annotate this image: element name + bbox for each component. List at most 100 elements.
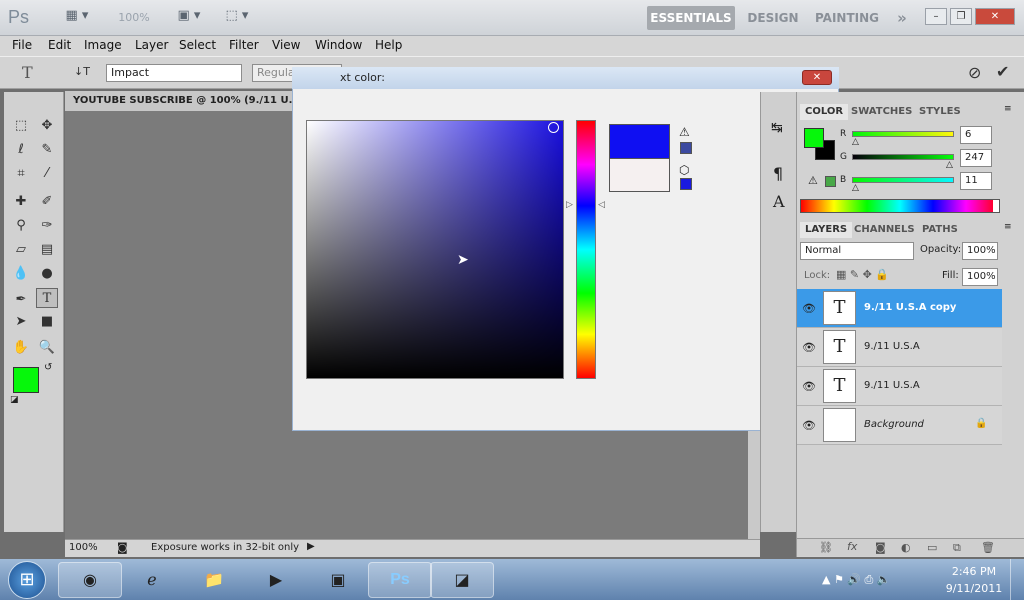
visibility-eye-icon[interactable]: 👁: [802, 302, 816, 315]
tab-layers[interactable]: LAYERS: [800, 222, 853, 238]
tab-styles[interactable]: STYLES: [914, 104, 966, 120]
screen-mode-button[interactable]: ⬚ ▾: [220, 8, 254, 28]
shape-tool-icon[interactable]: ■: [36, 312, 58, 332]
layer-row[interactable]: 👁 Background 🔒: [797, 406, 1002, 445]
quick-select-tool-icon[interactable]: ✎: [36, 140, 58, 160]
explorer-icon[interactable]: 📁: [182, 562, 246, 598]
foreground-color-swatch[interactable]: [13, 367, 39, 393]
lasso-tool-icon[interactable]: ℓ: [10, 140, 32, 160]
panel-foreground-swatch[interactable]: [804, 128, 824, 148]
add-mask-icon[interactable]: ◙: [875, 541, 886, 554]
g-slider[interactable]: [852, 154, 954, 160]
current-color-preview[interactable]: [609, 158, 670, 192]
workspace-essentials[interactable]: ESSENTIALS: [647, 6, 735, 30]
link-layers-icon[interactable]: ⛓: [819, 541, 833, 554]
default-colors-icon[interactable]: ◪: [10, 395, 19, 405]
b-slider-thumb[interactable]: △: [852, 183, 859, 193]
history-brush-tool-icon[interactable]: ✑: [36, 216, 58, 236]
color-ramp[interactable]: [800, 199, 1000, 213]
layer-row[interactable]: 👁 T 9./11 U.S.A: [797, 328, 1002, 367]
gamut-warning-icon[interactable]: ⚠: [679, 125, 690, 139]
opacity-input[interactable]: 100%: [962, 242, 998, 260]
zoom-tool-icon[interactable]: 🔍: [36, 338, 58, 358]
lock-icons[interactable]: ▦ ✎ ✥ 🔒: [836, 268, 889, 281]
brush-tool-icon[interactable]: ✐: [36, 192, 58, 212]
workspace-design[interactable]: DESIGN: [743, 6, 803, 30]
visibility-eye-icon[interactable]: 👁: [802, 341, 816, 354]
g-slider-thumb[interactable]: △: [946, 160, 953, 170]
b-input[interactable]: 11: [960, 172, 992, 190]
gradient-tool-icon[interactable]: ▤: [36, 240, 58, 260]
app-icon[interactable]: ◪: [430, 562, 494, 598]
hue-slider[interactable]: [576, 120, 596, 379]
layer-name[interactable]: Background: [864, 419, 924, 430]
type-tool-icon[interactable]: T: [36, 288, 58, 308]
ie-icon[interactable]: ℯ: [120, 562, 184, 598]
layer-style-icon[interactable]: fx: [847, 540, 857, 553]
layer-name[interactable]: 9./11 U.S.A copy: [864, 302, 956, 313]
layer-name[interactable]: 9./11 U.S.A: [864, 341, 920, 352]
tab-channels[interactable]: CHANNELS: [849, 222, 920, 238]
marquee-tool-icon[interactable]: ⬚: [10, 116, 32, 136]
b-slider[interactable]: [852, 177, 954, 183]
move-tool-icon[interactable]: ✥: [36, 116, 58, 136]
tab-swatches[interactable]: SWATCHES: [846, 104, 917, 120]
menu-select[interactable]: Select: [179, 38, 216, 52]
history-panel-icon[interactable]: ↹: [771, 120, 783, 136]
clock-time[interactable]: 2:46 PM: [948, 565, 1000, 578]
tray-icons[interactable]: ▲ ⚑ 🔊 ⎙ 🔈: [822, 573, 891, 587]
show-desktop-button[interactable]: [1010, 559, 1024, 600]
fill-input[interactable]: 100%: [962, 268, 998, 286]
visibility-eye-icon[interactable]: 👁: [802, 419, 816, 432]
media-icon[interactable]: ▶: [244, 562, 308, 598]
minimize-button[interactable]: –: [925, 8, 947, 25]
gamut-swatch[interactable]: [680, 142, 692, 154]
tab-paths[interactable]: PATHS: [917, 222, 963, 238]
layer-row[interactable]: 👁 T 9./11 U.S.A: [797, 367, 1002, 406]
r-input[interactable]: 6: [960, 126, 992, 144]
panel-gamut-swatch[interactable]: [825, 176, 836, 187]
tool-preset-picker[interactable]: T: [22, 63, 33, 82]
eyedropper-tool-icon[interactable]: ⁄: [36, 164, 58, 184]
color-panel-menu-icon[interactable]: ≡: [1004, 104, 1012, 114]
hand-tool-icon[interactable]: ✋: [10, 338, 32, 358]
color-field[interactable]: [306, 120, 564, 379]
text-orientation-button[interactable]: ↓T: [74, 65, 90, 78]
menu-help[interactable]: Help: [375, 38, 402, 52]
pen-tool-icon[interactable]: ✒: [10, 290, 32, 310]
dodge-tool-icon[interactable]: ●: [36, 264, 58, 284]
eraser-tool-icon[interactable]: ▱: [10, 240, 32, 260]
new-group-icon[interactable]: ▭: [927, 541, 937, 554]
document-tab[interactable]: YOUTUBE SUBSCRIBE @ 100% (9./11 U.S.A: [65, 91, 311, 111]
status-zoom[interactable]: 100%: [69, 542, 98, 553]
menu-file[interactable]: File: [12, 38, 32, 52]
zoom-level-dropdown[interactable]: 100%: [110, 8, 158, 28]
commit-edit-icon[interactable]: ✔: [996, 62, 1009, 81]
new-layer-icon[interactable]: ⧉: [953, 541, 961, 555]
color-field-marker[interactable]: [548, 122, 559, 133]
close-app-button[interactable]: ✕: [975, 8, 1015, 25]
web-safe-swatch[interactable]: [680, 178, 692, 190]
paragraph-panel-icon[interactable]: ¶: [773, 164, 783, 183]
menu-edit[interactable]: Edit: [48, 38, 71, 52]
font-family-dropdown[interactable]: Impact: [106, 64, 242, 82]
delete-layer-icon[interactable]: 🗑: [981, 541, 995, 554]
path-selection-tool-icon[interactable]: ➤: [10, 312, 32, 332]
more-workspaces-button[interactable]: »: [890, 6, 914, 30]
r-slider-thumb[interactable]: △: [852, 137, 859, 147]
status-menu-icon[interactable]: ◙: [117, 541, 128, 554]
tab-color[interactable]: COLOR: [800, 104, 849, 120]
character-panel-icon[interactable]: A: [773, 192, 785, 211]
blur-tool-icon[interactable]: 💧: [10, 264, 32, 284]
layer-row[interactable]: 👁 T 9./11 U.S.A copy: [797, 289, 1002, 328]
hue-slider-left-arrow[interactable]: ▷: [566, 200, 573, 210]
menu-window[interactable]: Window: [315, 38, 362, 52]
workspace-painting[interactable]: PAINTING: [812, 6, 882, 30]
healing-brush-tool-icon[interactable]: ✚: [10, 192, 32, 212]
hue-slider-right-arrow[interactable]: ◁: [598, 200, 605, 210]
layer-name[interactable]: 9./11 U.S.A: [864, 380, 920, 391]
restore-button[interactable]: ❐: [950, 8, 972, 25]
dialog-title-bar[interactable]: xt color: ✕: [292, 67, 839, 89]
start-button[interactable]: ⊞: [8, 561, 46, 599]
monitor-icon[interactable]: ▣: [306, 562, 370, 598]
